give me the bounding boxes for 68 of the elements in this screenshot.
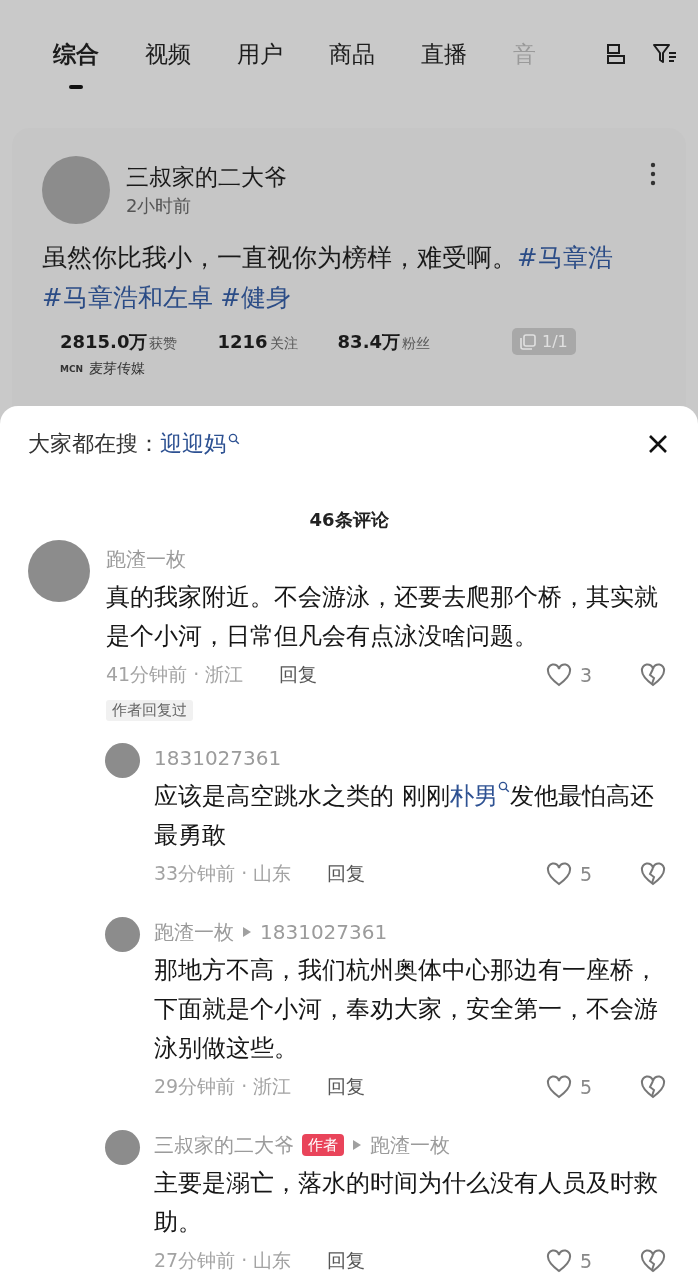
mcn-label: MCN — [60, 364, 84, 374]
agency-name: 麦芽传媒 — [89, 360, 146, 378]
triangle-icon — [352, 1139, 362, 1151]
tab[interactable]: 用户 — [237, 36, 283, 72]
broken-heart-icon[interactable] — [640, 1075, 666, 1099]
reply-to-username[interactable]: 跑渣一枚 — [370, 1131, 450, 1159]
stat-label: 关注 — [269, 335, 298, 351]
post-time: 2小时前 — [126, 194, 193, 218]
reply-to-username[interactable]: 1831027361 — [260, 920, 388, 944]
author-badge: 作者 — [302, 1134, 344, 1156]
stat-label: 获赞 — [149, 335, 178, 351]
stat-value: 1216 — [217, 331, 268, 352]
like-button[interactable]: 3 — [545, 663, 592, 687]
reply-button[interactable]: 回复 — [327, 861, 366, 887]
username[interactable]: 跑渣一枚 — [154, 918, 234, 946]
broken-heart-icon[interactable] — [640, 663, 666, 687]
reply-button[interactable]: 回复 — [327, 1248, 366, 1274]
comment-time: 27分钟前 · 山东 — [154, 1248, 292, 1273]
filter-icon[interactable] — [652, 42, 678, 66]
author-replied-tag: 作者回复过 — [106, 700, 193, 721]
search-link[interactable]: 朴男 — [449, 782, 510, 810]
heart-icon — [545, 1249, 572, 1273]
comment-time: 29分钟前 · 浙江 — [154, 1074, 292, 1099]
search-icon — [497, 781, 510, 793]
search-icon — [228, 433, 240, 445]
author-name[interactable]: 三叔家的二大爷 — [126, 161, 287, 193]
stat-value: 2815.0万 — [60, 331, 148, 352]
username[interactable]: 三叔家的二大爷 — [154, 1131, 294, 1159]
comment-text: 主要是溺亡，落水的时间为什么没有人员及时救助。 — [154, 1168, 658, 1238]
like-button[interactable]: 5 — [545, 862, 592, 886]
hashtag-link[interactable]: #马章浩和左卓 — [42, 283, 213, 312]
close-icon[interactable] — [648, 434, 668, 454]
heart-icon — [545, 1075, 572, 1099]
triangle-icon — [242, 926, 252, 938]
username[interactable]: 1831027361 — [154, 746, 282, 770]
stat-label: 粉丝 — [402, 335, 430, 351]
reply-button[interactable]: 回复 — [279, 662, 318, 688]
comment-text: 那地方不高，我们杭州奥体中心那边有一座桥，下面就是个小河，奉劝大家，安全第一，不会游泳别做这些。 — [154, 955, 658, 1064]
avatar[interactable] — [105, 1130, 140, 1165]
comment-time: 41分钟前 · 浙江 — [106, 662, 244, 687]
tab[interactable]: 综合 — [53, 36, 99, 89]
hashtag-link[interactable]: #马章浩 — [517, 243, 613, 272]
comment-text: 应该是高空跳水之类的 刚刚朴男 发他最怕高还最勇敢 — [154, 780, 655, 851]
images-icon — [520, 333, 536, 350]
like-button[interactable]: 5 — [545, 1075, 592, 1099]
image-counter: 1/1 — [512, 328, 576, 355]
hashtag-link[interactable]: #健身 — [220, 283, 291, 312]
reply-button[interactable]: 回复 — [327, 1074, 366, 1100]
comment-count: 46条评论 — [308, 508, 390, 532]
broken-heart-icon[interactable] — [640, 1249, 666, 1273]
heart-icon — [545, 663, 572, 687]
broken-heart-icon[interactable] — [640, 862, 666, 886]
tab[interactable]: 商品 — [329, 36, 375, 72]
trending-label: 大家都在搜： — [28, 430, 160, 458]
trending-search-link[interactable]: 迎迎妈 — [160, 429, 240, 459]
comment-text: 真的我家附近。不会游泳，还要去爬那个桥，其实就是个小河，日常但凡会有点泳没啥问题。 — [106, 582, 658, 652]
heart-icon — [545, 862, 572, 886]
avatar[interactable] — [105, 743, 140, 778]
tab[interactable]: 直播 — [421, 36, 467, 72]
more-icon[interactable] — [650, 162, 656, 186]
comment-time: 33分钟前 · 山东 — [154, 861, 292, 886]
layout-icon[interactable] — [604, 42, 628, 66]
tab[interactable]: 视频 — [145, 36, 191, 72]
avatar[interactable] — [105, 917, 140, 952]
stat-value: 83.4万 — [337, 331, 400, 352]
username[interactable]: 跑渣一枚 — [106, 545, 186, 573]
post-text: 虽然你比我小，一直视你为榜样，难受啊。#马章浩 #马章浩和左卓 #健身 — [42, 242, 614, 314]
like-button[interactable]: 5 — [545, 1249, 592, 1273]
